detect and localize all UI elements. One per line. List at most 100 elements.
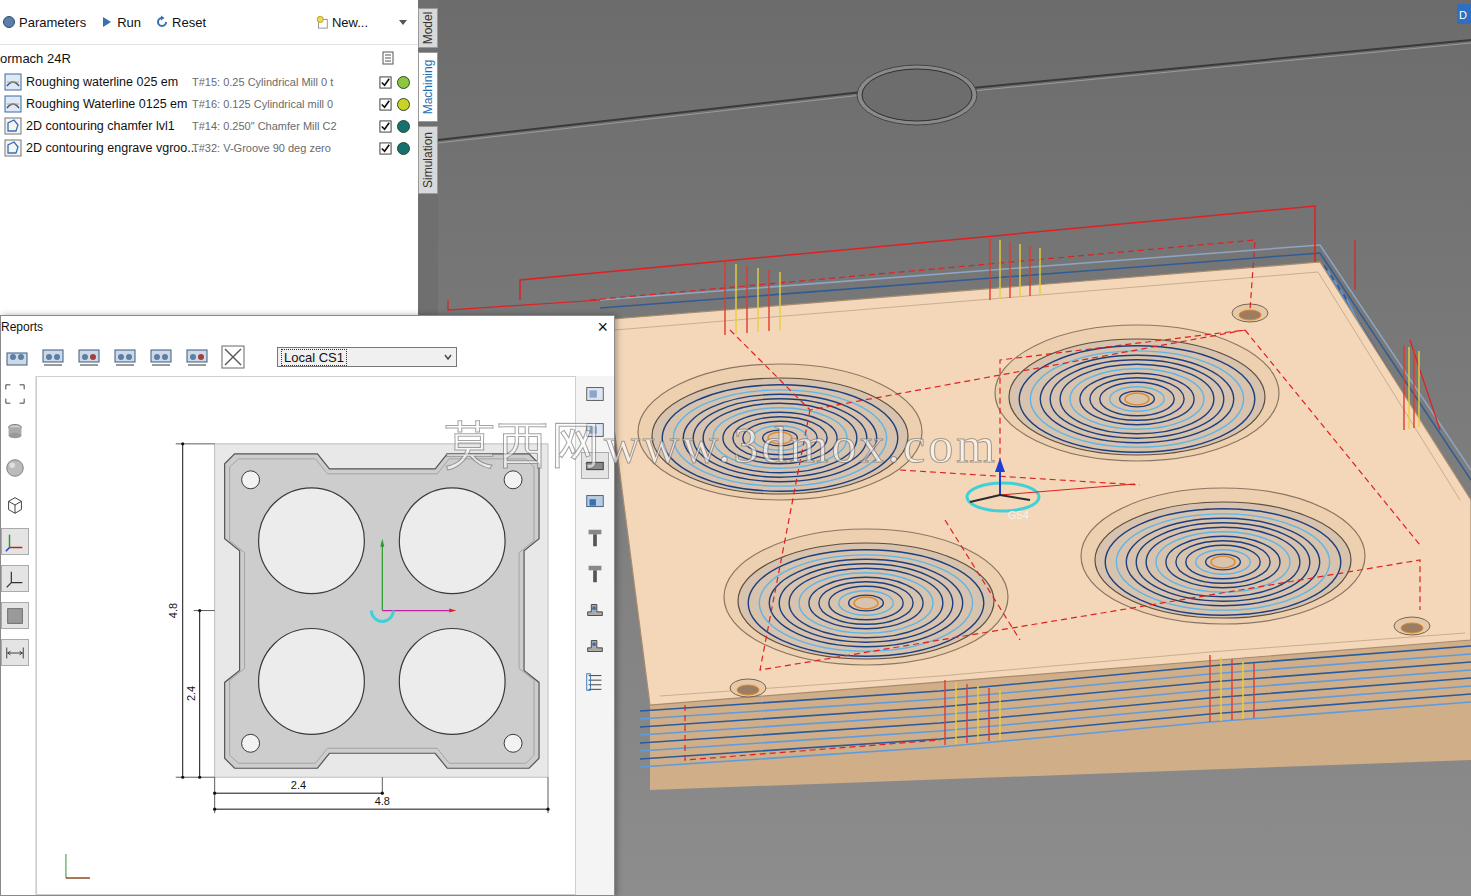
report-drawing[interactable]: 4.82.42.44.8 [36, 376, 576, 895]
view-tool-button[interactable] [1, 417, 29, 444]
clamp2-icon [584, 635, 606, 657]
waterline-icon [4, 95, 22, 113]
plunge-moves [1404, 345, 1419, 430]
toolbar-button[interactable]: Reset [155, 15, 206, 30]
report-tool-button[interactable] [5, 345, 29, 369]
coordinate-system-dropdown[interactable]: Local CS1 [277, 347, 457, 367]
work-offset-label: G54 [1008, 509, 1029, 521]
view-tool-button[interactable] [1, 639, 29, 666]
report-tool-button[interactable] [77, 345, 101, 369]
report-side-button[interactable] [581, 380, 609, 407]
side-tab-label: Simulation [421, 132, 435, 188]
status-dot [397, 76, 410, 89]
view-tool-button[interactable] [1, 491, 29, 518]
report-tool-button[interactable] [221, 345, 245, 369]
contour-icon [4, 139, 22, 157]
enabled-checkbox[interactable] [379, 142, 392, 155]
toolbar-button[interactable]: Run [100, 15, 141, 30]
view-tool-button[interactable] [1, 602, 29, 629]
view-axes-icon [66, 854, 90, 878]
toolbar-button[interactable]: New... [315, 15, 368, 30]
enabled-checkbox[interactable] [379, 76, 392, 89]
grid3-report-icon [185, 345, 209, 369]
viewport-background [438, 0, 1471, 896]
report-side-button[interactable] [581, 524, 609, 551]
toolbar-label: Parameters [19, 15, 86, 30]
bolt-hole-2d [504, 734, 522, 752]
run-icon [100, 15, 114, 29]
side-tab[interactable]: Model [418, 8, 438, 48]
square-icon [4, 605, 26, 627]
close-button[interactable]: × [597, 318, 608, 336]
fit-icon [4, 383, 26, 405]
view-tool-button[interactable] [1, 380, 29, 407]
operation-tool: T#15: 0.25 Cylindrical Mill 0 t [192, 76, 374, 88]
report-side-button[interactable] [581, 452, 609, 479]
dimension-label: 4.8 [375, 795, 390, 807]
pocket-2d [399, 629, 505, 735]
operation-row[interactable]: Roughing waterline 025 emT#15: 0.25 Cyli… [0, 71, 418, 93]
reports-title-bar[interactable]: Reports× [1, 316, 614, 338]
chamfer-edges [615, 272, 1465, 696]
plunge-moves [725, 262, 780, 335]
operation-tool: T#32: V-Groove 90 deg zero [192, 142, 374, 154]
side-tab[interactable]: Simulation [418, 126, 438, 194]
view-tool-button[interactable] [1, 565, 29, 592]
dimension-label: 2.4 [185, 686, 197, 701]
operation-tool: T#14: 0.250" Chamfer Mill C2 [192, 120, 374, 132]
operation-row[interactable]: 2D contouring chamfer lvl1T#14: 0.250" C… [0, 115, 418, 137]
report-side-button[interactable] [581, 632, 609, 659]
axes-icon [4, 531, 26, 553]
tool-icon [584, 491, 606, 513]
toolbar-label: Run [117, 15, 141, 30]
mill-icon [584, 527, 606, 549]
reports-toolbar: Local CS1 [1, 338, 614, 376]
pocket-2d [399, 488, 505, 594]
chevron-down-icon [443, 352, 453, 362]
waterline-icon [4, 73, 22, 91]
enabled-checkbox[interactable] [379, 98, 392, 111]
cyl-icon [4, 420, 26, 442]
report-side-button[interactable] [581, 560, 609, 587]
stock-outline-2d [215, 444, 548, 777]
part-profile-2d [225, 454, 539, 768]
parameters-icon [2, 15, 16, 29]
dropdown-arrow-icon[interactable] [398, 17, 408, 27]
view-tool-button[interactable] [1, 528, 29, 555]
pocket [638, 364, 922, 500]
report-side-button[interactable] [581, 668, 609, 695]
grid2-report-icon [149, 345, 173, 369]
dimension: 4.8 [213, 795, 550, 811]
report-side-button[interactable] [581, 596, 609, 623]
report-side-button[interactable] [581, 488, 609, 515]
operation-name: 2D contouring engrave vgroo... [26, 141, 192, 155]
machine-node[interactable]: ormach 24R [0, 45, 418, 71]
report-side-button[interactable] [581, 416, 609, 443]
side-tab[interactable]: Machining [418, 52, 438, 122]
report-tool-button[interactable] [113, 345, 137, 369]
operation-row[interactable]: Roughing Waterline 0125 emT#16: 0.125 Cy… [0, 93, 418, 115]
dim-icon [4, 642, 26, 664]
dimension: 4.8 [167, 442, 185, 779]
reports-window[interactable]: Reports× Local CS1 4.82.42.44.8 [0, 315, 615, 896]
view-tool-button[interactable] [1, 454, 29, 481]
pocket [995, 325, 1279, 461]
report-tool-button[interactable] [149, 345, 173, 369]
enabled-checkbox[interactable] [379, 120, 392, 133]
report-tool-button[interactable] [185, 345, 209, 369]
operation-name: 2D contouring chamfer lvl1 [26, 119, 192, 133]
pocket [1081, 488, 1365, 624]
reset-icon [155, 15, 169, 29]
operation-row[interactable]: 2D contouring engrave vgroo...T#32: V-Gr… [0, 137, 418, 159]
plunge-moves [945, 680, 1000, 745]
report-tool-button[interactable] [41, 345, 65, 369]
part-top-face [600, 262, 1471, 705]
part-report-icon [5, 345, 29, 369]
corner-tab[interactable]: D [1457, 4, 1471, 24]
document-icon[interactable] [382, 51, 394, 65]
dropdown-value: Local CS1 [281, 349, 347, 366]
stack-report-icon [77, 345, 101, 369]
toolbar-button[interactable]: Parameters [2, 15, 86, 30]
part-chamfer-2d [230, 459, 534, 763]
report-tools [576, 376, 614, 895]
